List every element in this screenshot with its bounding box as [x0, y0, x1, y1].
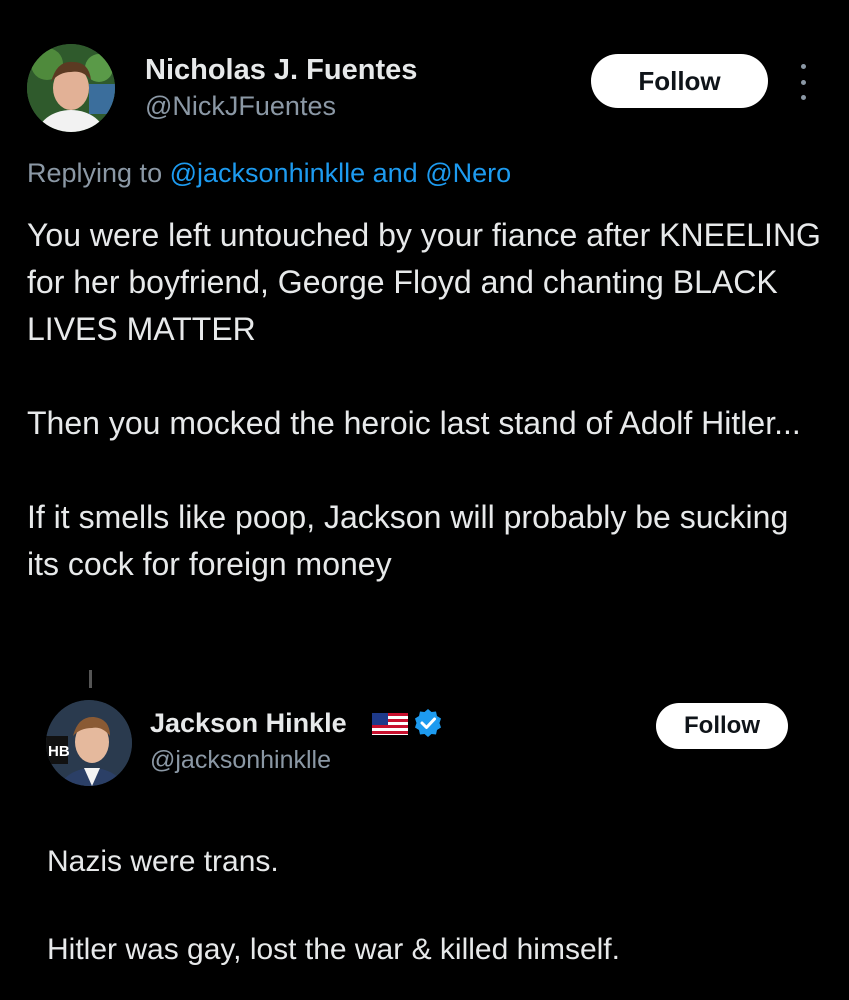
quoted-paragraph: Nazis were trans.: [47, 845, 279, 878]
author-handle[interactable]: @NickJFuentes: [145, 91, 336, 122]
replying-conjunction: and: [372, 158, 418, 188]
more-options-icon[interactable]: [796, 64, 810, 100]
quoted-follow-button[interactable]: Follow: [656, 703, 788, 749]
quoted-author-handle[interactable]: @jacksonhinklle: [150, 746, 331, 775]
avatar-overlay-text: HB: [48, 743, 70, 760]
quoted-author-avatar[interactable]: HB: [46, 700, 132, 786]
follow-button[interactable]: Follow: [591, 54, 768, 108]
thread-connector: [89, 670, 92, 688]
tweet-screen: Nicholas J. Fuentes @NickJFuentes Follow…: [0, 0, 849, 1000]
replying-to-line: Replying to @jacksonhinklle and @Nero: [27, 158, 511, 189]
quoted-author-name[interactable]: Jackson Hinkle: [150, 708, 347, 739]
author-name[interactable]: Nicholas J. Fuentes: [145, 54, 417, 87]
quoted-paragraph: Hitler was gay, lost the war & killed hi…: [47, 933, 620, 966]
tweet-paragraph: Then you mocked the heroic last stand of…: [27, 405, 801, 441]
tweet-paragraph: You were left untouched by your fiance a…: [27, 217, 821, 347]
tweet-body: You were left untouched by your fiance a…: [27, 212, 827, 588]
mention-link[interactable]: @Nero: [425, 158, 511, 188]
tweet-paragraph: If it smells like poop, Jackson will pro…: [27, 499, 789, 582]
verified-badge-icon: [415, 709, 441, 737]
mention-link[interactable]: @jacksonhinklle: [170, 158, 366, 188]
replying-prefix: Replying to: [27, 158, 163, 188]
quoted-tweet-body: Nazis were trans. Hitler was gay, lost t…: [47, 840, 827, 972]
author-avatar[interactable]: [27, 44, 115, 132]
us-flag-icon: [372, 713, 408, 735]
